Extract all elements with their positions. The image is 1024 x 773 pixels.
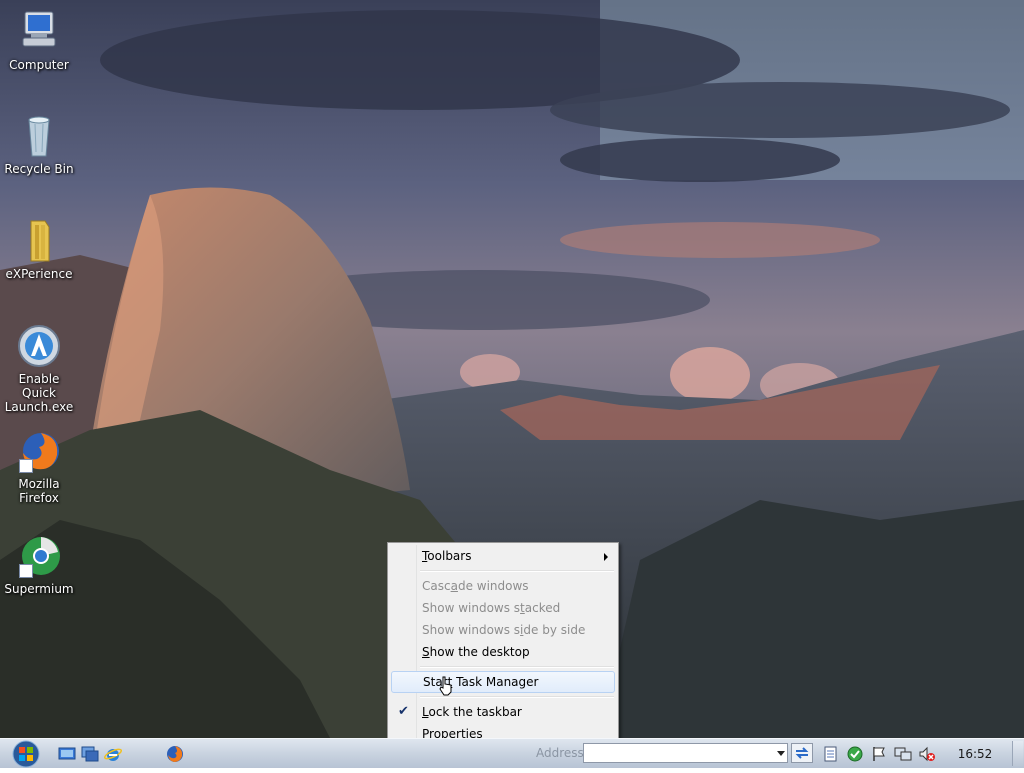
desktop-icon-experience[interactable]: eXPerience <box>2 217 76 281</box>
menu-label-part: oolbars <box>427 549 472 563</box>
quick-launch-switch-windows-icon[interactable] <box>81 745 99 763</box>
notepad-tray-icon[interactable] <box>821 745 839 763</box>
shortcut-arrow-icon <box>19 459 33 473</box>
menu-separator <box>420 570 614 572</box>
desktop-icon-label: Computer <box>9 58 69 72</box>
menu-label-part: P <box>422 727 430 738</box>
firefox-icon <box>15 427 63 475</box>
accelerator-key: a <box>450 579 458 593</box>
menu-item-toolbars[interactable]: Toolbars <box>390 545 616 567</box>
go-arrows-icon <box>795 747 809 759</box>
quick-launch-desktop-icon[interactable] <box>58 745 76 763</box>
menu-separator <box>420 666 614 668</box>
taskbar-firefox-icon[interactable] <box>166 745 184 763</box>
security-center-icon[interactable] <box>846 745 864 763</box>
desktop-icon-mozilla-firefox[interactable]: Mozilla Firefox <box>2 427 76 505</box>
address-go-button[interactable] <box>791 743 813 763</box>
menu-item-cascade-windows[interactable]: Cascade windows <box>390 575 616 597</box>
menu-label-part: operties <box>433 727 483 738</box>
address-input[interactable] <box>583 743 788 763</box>
windows-orb-icon <box>12 740 40 768</box>
desktop-icon-label: Supermium <box>4 582 74 596</box>
menu-item-show-windows-side-by-side[interactable]: Show windows side by side <box>390 619 616 641</box>
desktop-icon-label: Mozilla Firefox <box>18 477 60 505</box>
network-icon[interactable] <box>894 745 912 763</box>
checkmark-icon: ✔ <box>398 704 409 719</box>
computer-icon <box>15 8 63 56</box>
menu-label-part: Task Manager <box>452 675 539 689</box>
supermium-icon <box>15 532 63 580</box>
menu-label-part: Casc <box>422 579 451 593</box>
taskbar[interactable]: Address 16:52 <box>0 738 1024 768</box>
menu-label-part: de windows <box>457 579 529 593</box>
folder-icon <box>15 217 63 265</box>
submenu-arrow-icon <box>604 553 608 561</box>
address-toolbar-label: Address <box>536 746 584 760</box>
menu-label-part: how the desktop <box>429 645 530 659</box>
menu-label-part: Show windows s <box>422 623 521 637</box>
app-launcher-icon <box>15 322 63 370</box>
menu-label-part: Show windows s <box>422 601 521 615</box>
chevron-down-icon[interactable] <box>777 751 785 756</box>
desktop-icon-recycle-bin[interactable]: Recycle Bin <box>2 112 76 176</box>
quick-launch-internet-explorer-icon[interactable] <box>104 745 122 763</box>
menu-separator <box>420 696 614 698</box>
desktop-icon-supermium[interactable]: Supermium <box>2 532 76 596</box>
menu-item-lock-the-taskbar[interactable]: ✔ Lock the taskbar <box>390 701 616 723</box>
action-center-flag-icon[interactable] <box>870 745 888 763</box>
menu-item-start-task-manager[interactable]: Start Task Manager <box>391 671 615 693</box>
recycle-bin-icon <box>15 112 63 160</box>
desktop-icon-label: Enable Quick Launch.exe <box>4 372 74 414</box>
mouse-cursor-icon <box>439 676 452 696</box>
desktop-icon-enable-quick-launch[interactable]: Enable Quick Launch.exe <box>2 322 76 414</box>
desktop-icon-label: Recycle Bin <box>4 162 74 176</box>
show-desktop-button[interactable] <box>1012 741 1023 766</box>
menu-item-properties[interactable]: Properties <box>390 723 616 738</box>
clock[interactable]: 16:52 <box>950 747 1000 761</box>
shortcut-arrow-icon <box>19 564 33 578</box>
menu-label-part: acked <box>524 601 561 615</box>
desktop-icon-label: eXPerience <box>5 267 73 281</box>
menu-label-part: de by side <box>523 623 586 637</box>
start-button[interactable] <box>6 739 46 769</box>
menu-label-part: ock the taskbar <box>428 705 522 719</box>
menu-item-show-windows-stacked[interactable]: Show windows stacked <box>390 597 616 619</box>
volume-muted-icon[interactable] <box>918 745 936 763</box>
accelerator-key: S <box>422 645 430 659</box>
desktop-icon-computer[interactable]: Computer <box>2 8 76 72</box>
taskbar-context-menu: Toolbars Cascade windows Show windows st… <box>387 542 619 738</box>
desktop[interactable]: Computer Recycle Bin eXPerience Enable Q… <box>0 0 1024 738</box>
menu-item-show-the-desktop[interactable]: Show the desktop <box>390 641 616 663</box>
